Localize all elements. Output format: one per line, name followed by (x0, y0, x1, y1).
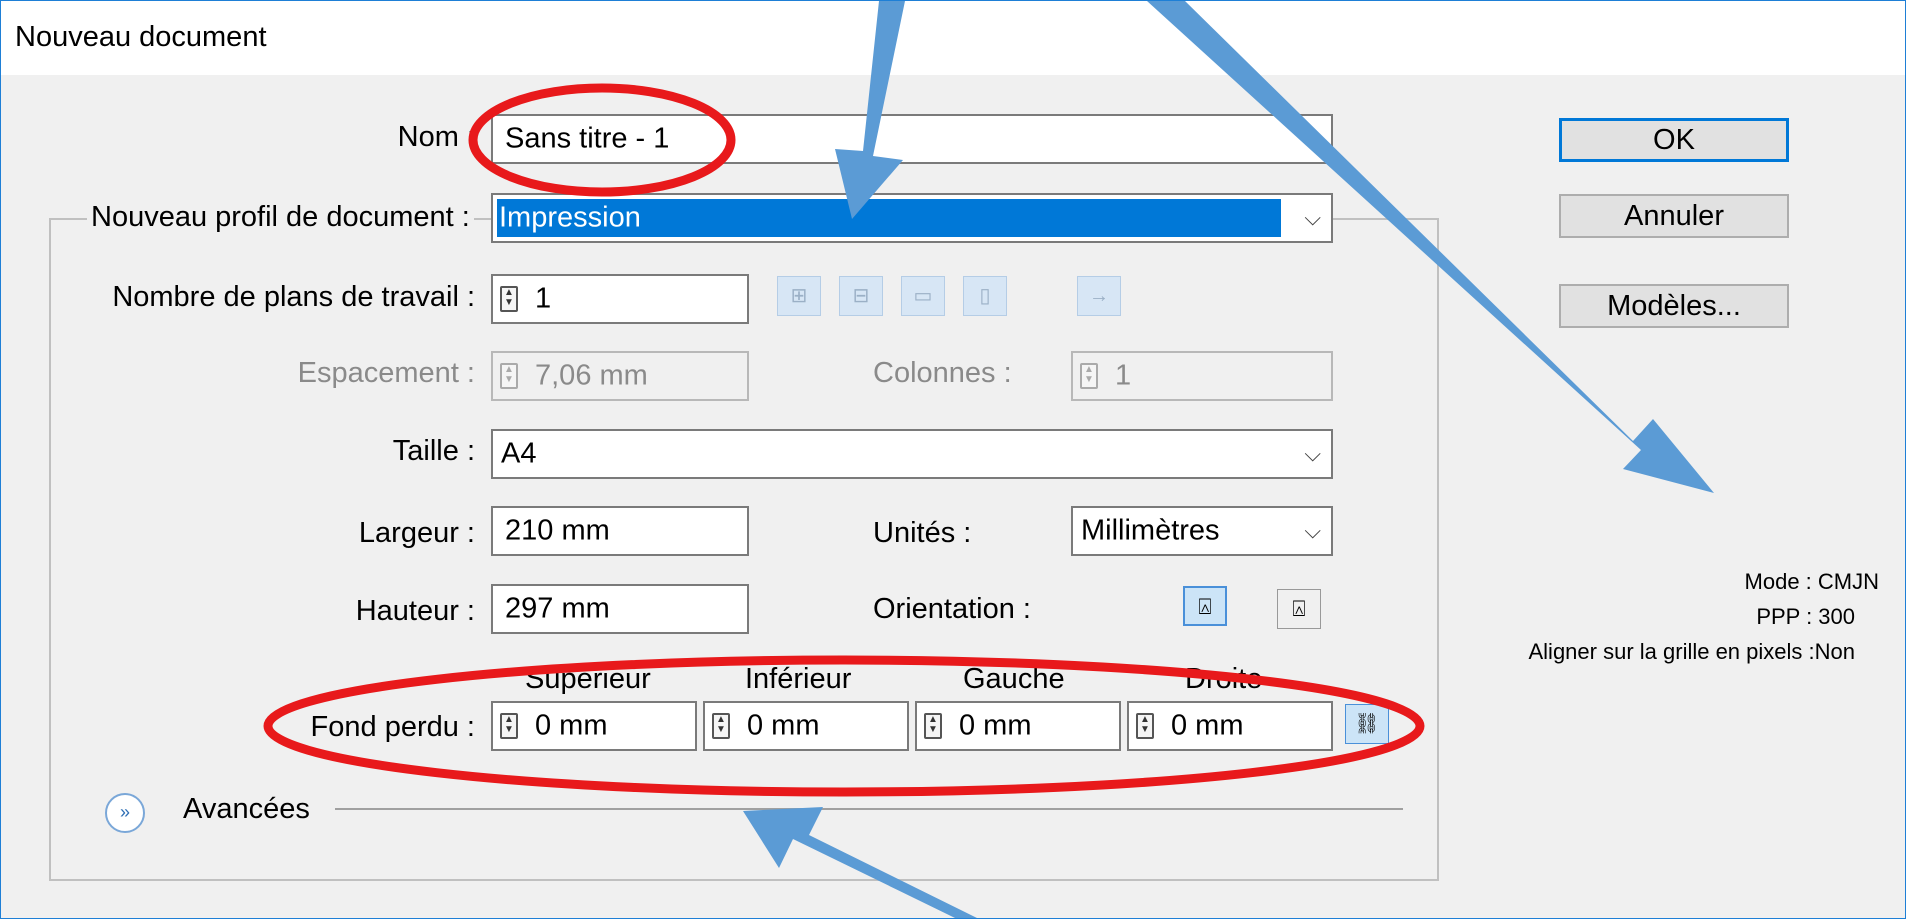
title-bar: Nouveau document (1, 1, 1905, 75)
arrange-by-row-icon[interactable]: ▭ (901, 276, 945, 316)
spin-arrows-icon[interactable]: ▲ ▼ (712, 713, 730, 739)
expand-advanced-icon[interactable]: » (105, 793, 145, 833)
bleed-right-stepper[interactable]: ▲ ▼ 0 mm (1127, 701, 1333, 751)
columns-stepper[interactable]: ▲ ▼ 1 (1071, 351, 1333, 401)
right-to-left-icon[interactable]: → (1077, 276, 1121, 316)
width-label: Largeur : (358, 517, 475, 549)
artboards-value: 1 (535, 282, 552, 315)
bleed-left-stepper[interactable]: ▲ ▼ 0 mm (915, 701, 1121, 751)
artboards-label: Nombre de plans de travail : (112, 281, 475, 313)
bleed-top-header: Supérieur (525, 663, 651, 695)
orientation-label: Orientation : (873, 593, 1031, 625)
size-label: Taille : (392, 435, 475, 467)
width-input[interactable]: 210 mm (491, 506, 749, 556)
spacing-label: Espacement : (297, 357, 475, 389)
name-input[interactable]: Sans titre - 1 (491, 114, 1333, 164)
height-input[interactable]: 297 mm (491, 584, 749, 634)
profile-label: Nouveau profil de document : (87, 201, 474, 234)
resolution-info: PPP : 300 (1756, 604, 1855, 629)
bleed-label: Fond perdu : (310, 711, 475, 743)
spin-arrows-icon[interactable]: ▲ ▼ (500, 713, 518, 739)
chevron-down-icon: ⌵ (1304, 518, 1321, 543)
bleed-left-header: Gauche (963, 663, 1065, 695)
cancel-button[interactable]: Annuler (1559, 194, 1789, 238)
advanced-divider (335, 808, 1403, 810)
artboards-stepper[interactable]: ▲ ▼ 1 (491, 274, 749, 324)
spacing-stepper[interactable]: ▲ ▼ 7,06 mm (491, 351, 749, 401)
profile-select[interactable]: Impression ⌵ (491, 193, 1333, 243)
units-select-value: Millimètres (1081, 514, 1220, 547)
pixel-grid-info: Aligner sur la grille en pixels :Non (1528, 639, 1856, 664)
grid-by-row-icon[interactable]: ⊞ (777, 276, 821, 316)
bleed-bottom-header: Inférieur (745, 663, 852, 695)
bleed-top-value: 0 mm (535, 709, 608, 742)
chevron-down-icon: ⌵ (1304, 205, 1321, 230)
size-select-value: A4 (501, 437, 537, 470)
bleed-right-value: 0 mm (1171, 709, 1244, 742)
width-value: 210 mm (505, 514, 610, 547)
bleed-top-stepper[interactable]: ▲ ▼ 0 mm (491, 701, 697, 751)
advanced-label: Avancées (183, 793, 310, 825)
bleed-bottom-value: 0 mm (747, 709, 820, 742)
grid-by-column-icon[interactable]: ⊟ (839, 276, 883, 316)
spin-arrows-icon[interactable]: ▲ ▼ (924, 713, 942, 739)
portrait-icon[interactable]: ⍓ (1183, 586, 1227, 626)
spacing-value: 7,06 mm (535, 359, 648, 392)
spin-arrows-icon[interactable]: ▲ ▼ (1136, 713, 1154, 739)
bleed-left-value: 0 mm (959, 709, 1032, 742)
units-label: Unités : (873, 517, 972, 549)
bleed-bottom-stepper[interactable]: ▲ ▼ 0 mm (703, 701, 909, 751)
ok-button[interactable]: OK (1559, 118, 1789, 162)
profile-select-value: Impression (499, 201, 641, 234)
units-select[interactable]: Millimètres ⌵ (1071, 506, 1333, 556)
landscape-icon[interactable]: ⍓ (1277, 589, 1321, 629)
new-document-dialog: Nouveau document Nom : Sans titre - 1 No… (0, 0, 1906, 919)
dialog-title: Nouveau document (15, 21, 267, 53)
chevron-down-icon: ⌵ (1304, 441, 1321, 466)
link-chain-icon[interactable]: ⛓ (1345, 704, 1389, 744)
height-label: Hauteur : (355, 595, 475, 627)
color-mode-info: Mode : CMJN (1744, 569, 1879, 594)
templates-button[interactable]: Modèles... (1559, 284, 1789, 328)
size-select[interactable]: A4 ⌵ (491, 429, 1333, 479)
arrange-by-column-icon[interactable]: ▯ (963, 276, 1007, 316)
bleed-right-header: Droite (1185, 663, 1263, 695)
columns-label: Colonnes : (873, 357, 1012, 389)
columns-value: 1 (1115, 359, 1132, 392)
name-label: Nom : (397, 121, 475, 153)
name-input-value: Sans titre - 1 (505, 122, 670, 155)
spin-arrows-icon: ▲ ▼ (1080, 363, 1098, 389)
spin-arrows-icon: ▲ ▼ (500, 363, 518, 389)
spin-arrows-icon[interactable]: ▲ ▼ (500, 286, 518, 312)
height-value: 297 mm (505, 592, 610, 625)
